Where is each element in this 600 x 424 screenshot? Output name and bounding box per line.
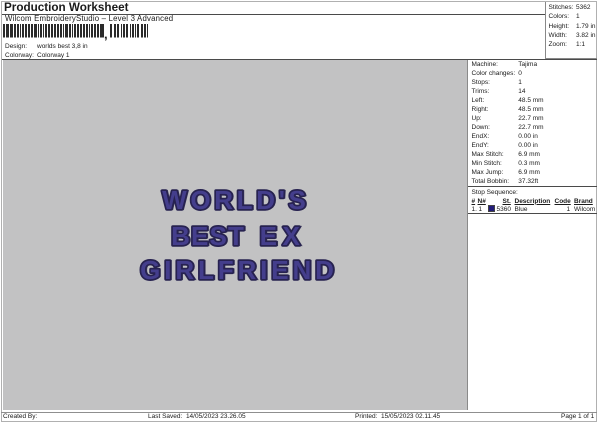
svg-text:GIRLFRIEND: GIRLFRIEND bbox=[140, 255, 334, 285]
svg-text:,: , bbox=[104, 27, 108, 42]
svg-text:BEST: BEST bbox=[171, 221, 244, 251]
svg-text:EX: EX bbox=[260, 221, 301, 251]
